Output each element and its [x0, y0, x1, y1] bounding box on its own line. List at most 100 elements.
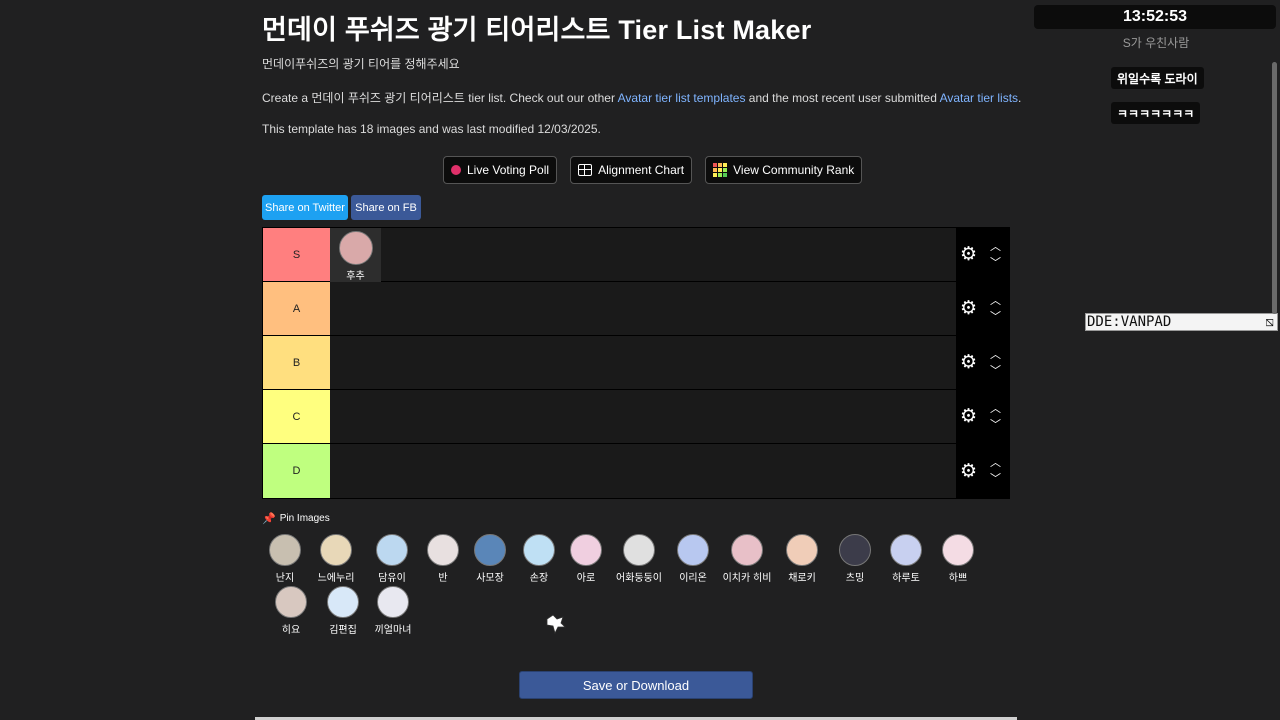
- tier-items-dropzone[interactable]: [330, 444, 956, 498]
- tier-items-dropzone[interactable]: [330, 336, 956, 389]
- avatar: [786, 534, 818, 566]
- avatar: [377, 586, 409, 618]
- gear-icon[interactable]: ⚙: [960, 462, 977, 481]
- create-middle: and the most recent user submitted: [745, 91, 940, 105]
- live-dot-icon: [451, 165, 461, 175]
- pool-item-label: 담유이: [378, 573, 406, 584]
- save-download-button[interactable]: Save or Download: [519, 671, 753, 699]
- tier-label[interactable]: C: [263, 390, 330, 443]
- gear-icon[interactable]: ⚙: [960, 299, 977, 318]
- avatar: [839, 534, 871, 566]
- create-suffix: .: [1018, 91, 1022, 105]
- pin-images-toggle[interactable]: 📌 Pin Images: [262, 512, 330, 525]
- tier-move-arrows: ︿ ﹀: [990, 403, 1001, 431]
- tier-move-arrows: ︿ ﹀: [990, 457, 1001, 485]
- tier-label[interactable]: B: [263, 336, 330, 389]
- chevron-up-icon[interactable]: ︿: [990, 457, 1001, 469]
- tier-label[interactable]: D: [263, 444, 330, 498]
- pool-item-label: 이치카 히비: [722, 573, 772, 584]
- avatar: [890, 534, 922, 566]
- avatar: [570, 534, 602, 566]
- pool-item[interactable]: 채로키: [772, 534, 832, 584]
- create-description: Create a 먼데이 푸쉬즈 광기 티어리스트 tier list. Che…: [262, 89, 1021, 106]
- avatar: [269, 534, 301, 566]
- pool-item[interactable]: 느에누리: [306, 534, 366, 584]
- pool-item-label: 김편집: [329, 625, 357, 636]
- tier-move-arrows: ︿ ﹀: [990, 295, 1001, 323]
- pool-item[interactable]: 어화둥둥이: [609, 534, 669, 584]
- tier-controls: ⚙ ︿ ﹀: [956, 336, 1009, 389]
- chevron-down-icon[interactable]: ﹀: [990, 473, 1001, 485]
- template-info: This template has 18 images and was last…: [262, 122, 601, 136]
- overlay-chip-2: ㅋㅋㅋㅋㅋㅋㅋ: [1111, 102, 1201, 124]
- avatar: [327, 586, 359, 618]
- avatar: [942, 534, 974, 566]
- chevron-down-icon[interactable]: ﹀: [990, 257, 1001, 269]
- page-title: 먼데이 푸쉬즈 광기 티어리스트 Tier List Maker: [262, 15, 812, 45]
- gear-icon[interactable]: ⚙: [960, 407, 977, 426]
- chevron-up-icon[interactable]: ︿: [990, 295, 1001, 307]
- chevron-down-icon[interactable]: ﹀: [990, 419, 1001, 431]
- chevron-down-icon[interactable]: ﹀: [990, 365, 1001, 377]
- live-voting-poll-button[interactable]: Live Voting Poll: [443, 156, 558, 184]
- tier-controls: ⚙ ︿ ﹀: [956, 282, 1009, 335]
- avatar: [677, 534, 709, 566]
- pushpin-icon: 📌: [262, 513, 276, 525]
- pool-item-label: 이리온: [679, 573, 707, 584]
- pool-item[interactable]: 이치카 히비: [717, 534, 777, 584]
- pool-item-label: 츠밍: [845, 573, 865, 584]
- tier-items-dropzone[interactable]: [330, 390, 956, 443]
- overlay-code-text: DDE:VANPAD: [1087, 314, 1172, 330]
- view-community-rank-button[interactable]: View Community Rank: [705, 156, 863, 184]
- tier-row: B ⚙ ︿ ﹀: [263, 336, 1009, 390]
- avatar-tier-lists-link[interactable]: Avatar tier lists: [940, 91, 1018, 105]
- avatar: [523, 534, 555, 566]
- gear-icon[interactable]: ⚙: [960, 353, 977, 372]
- tier-label[interactable]: S: [263, 228, 330, 281]
- pool-item-label: 손장: [529, 573, 549, 584]
- overlay-fade-text: S가 우친사람: [1122, 36, 1190, 50]
- overlay-clock: 13:52:53: [1034, 5, 1276, 29]
- tier-move-arrows: ︿ ﹀: [990, 241, 1001, 269]
- pool-item[interactable]: 하루토: [876, 534, 936, 584]
- pool-item[interactable]: 하쁘: [928, 534, 988, 584]
- tier-label[interactable]: A: [263, 282, 330, 335]
- gear-icon[interactable]: ⚙: [960, 245, 977, 264]
- pool-item[interactable]: 아로: [556, 534, 616, 584]
- overlay-code-bar: DDE:VANPAD ⧅: [1085, 313, 1278, 331]
- avatar-templates-link[interactable]: Avatar tier list templates: [618, 91, 746, 105]
- pool-item-label: 히요: [281, 625, 301, 636]
- avatar: [376, 534, 408, 566]
- tier-row: C ⚙ ︿ ﹀: [263, 390, 1009, 444]
- tier-controls: ⚙ ︿ ﹀: [956, 390, 1009, 443]
- avatar: [623, 534, 655, 566]
- grid-icon: [578, 164, 593, 176]
- overlay-chip-1: 위일수록 도라이: [1111, 67, 1204, 89]
- chevron-up-icon[interactable]: ︿: [990, 349, 1001, 361]
- tier-items-dropzone[interactable]: 후추: [330, 228, 956, 282]
- hide-icon[interactable]: ⧅: [1265, 314, 1274, 330]
- tier-row: A ⚙ ︿ ﹀: [263, 282, 1009, 336]
- page-subtitle: 먼데이푸쉬즈의 광기 티어를 정해주세요: [262, 57, 460, 71]
- chevron-down-icon[interactable]: ﹀: [990, 311, 1001, 323]
- pool-item-label: 하쁘: [948, 573, 968, 584]
- tier-row: D ⚙ ︿ ﹀: [263, 444, 1009, 498]
- tier-list: S 후추 ⚙ ︿ ﹀ A ⚙ ︿ ﹀ B ⚙ ︿ ﹀ C ⚙ ︿ ﹀ D ⚙ ︿ ﹀: [262, 227, 1010, 499]
- scrollbar[interactable]: [1272, 62, 1277, 314]
- pool-item[interactable]: 끼얼마녀: [363, 586, 423, 636]
- alignment-chart-button[interactable]: Alignment Chart: [570, 156, 693, 184]
- pool-item[interactable]: 히요: [261, 586, 321, 636]
- tier-item[interactable]: 후추: [330, 228, 381, 282]
- avatar: [338, 231, 373, 265]
- share-fb-button[interactable]: Share on FB: [351, 195, 421, 220]
- avatar: [275, 586, 307, 618]
- pool-item-label: 사모장: [476, 573, 504, 584]
- pin-images-label: Pin Images: [279, 513, 330, 524]
- cursor-icon: [546, 614, 566, 635]
- pool-item[interactable]: 이리온: [663, 534, 723, 584]
- share-twitter-button[interactable]: Share on Twitter: [262, 195, 348, 220]
- chevron-up-icon[interactable]: ︿: [990, 241, 1001, 253]
- pool-item-label: 채로키: [788, 573, 816, 584]
- tier-items-dropzone[interactable]: [330, 282, 956, 335]
- chevron-up-icon[interactable]: ︿: [990, 403, 1001, 415]
